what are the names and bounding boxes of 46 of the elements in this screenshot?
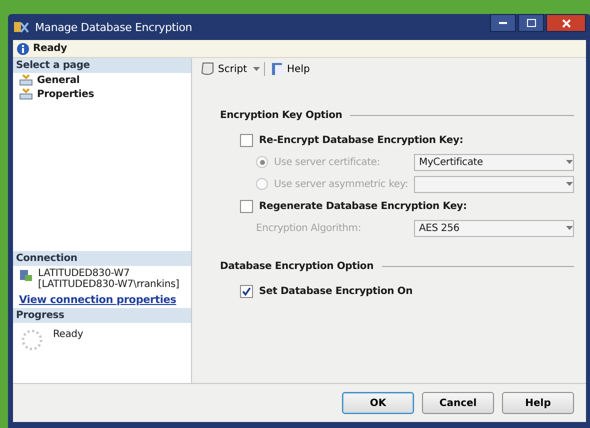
server-name: LATITUDED830-W7 xyxy=(38,268,131,279)
progress-text: Ready xyxy=(53,329,84,342)
section-header: Select a page xyxy=(13,58,191,73)
dialog-button[interactable]: Cancel xyxy=(422,392,494,414)
page-item[interactable]: Properties xyxy=(13,87,191,101)
script-button[interactable]: Script xyxy=(198,62,250,76)
maximize-icon xyxy=(526,19,536,27)
section-header: Connection xyxy=(13,251,191,266)
maximize-button[interactable] xyxy=(518,14,544,32)
server-icon xyxy=(19,268,33,282)
section-title: Database Encryption Option xyxy=(220,261,374,272)
page-icon xyxy=(19,74,33,86)
field-label: Encryption Algorithm: xyxy=(256,222,362,234)
checkbox-label: Set Database Encryption On xyxy=(259,286,413,296)
caret-icon xyxy=(253,67,260,71)
checkbox[interactable] xyxy=(240,134,253,146)
status-text: Ready xyxy=(33,43,67,54)
page-item[interactable]: General xyxy=(13,73,191,87)
scroll-icon xyxy=(200,62,216,76)
help-book-icon xyxy=(271,62,286,76)
user-name: [LATITUDED830-W7\rrankins] xyxy=(38,279,180,290)
app-icon xyxy=(13,20,29,34)
info-icon xyxy=(17,42,29,54)
radio-label: Use server asymmetric key: xyxy=(274,178,408,190)
radio-label: Use server certificate: xyxy=(274,156,380,168)
minimize-button[interactable] xyxy=(490,14,516,32)
help-button[interactable]: Help xyxy=(269,62,312,76)
spinner-icon xyxy=(21,329,43,351)
minimize-icon xyxy=(499,22,508,24)
close-button[interactable] xyxy=(546,14,586,32)
checkbox[interactable] xyxy=(240,200,253,212)
caret-icon xyxy=(566,182,574,186)
checkbox-label: Re-Encrypt Database Encryption Key: xyxy=(259,134,464,146)
close-icon xyxy=(562,18,571,28)
page-icon xyxy=(19,88,33,100)
dialog-button[interactable]: Help xyxy=(502,392,574,414)
section-header: Progress xyxy=(13,308,191,323)
checkbox-label: Regenerate Database Encryption Key: xyxy=(259,200,467,212)
checkbox[interactable] xyxy=(240,284,253,298)
dialog-button[interactable]: OK xyxy=(342,392,414,414)
caret-icon xyxy=(566,226,574,230)
caret-icon xyxy=(566,160,574,164)
connection-properties-link[interactable]: View connection properties xyxy=(13,292,191,308)
dropdown[interactable] xyxy=(414,176,574,192)
window-title: Manage Database Encryption xyxy=(35,20,192,34)
section-title: Encryption Key Option xyxy=(220,110,342,121)
